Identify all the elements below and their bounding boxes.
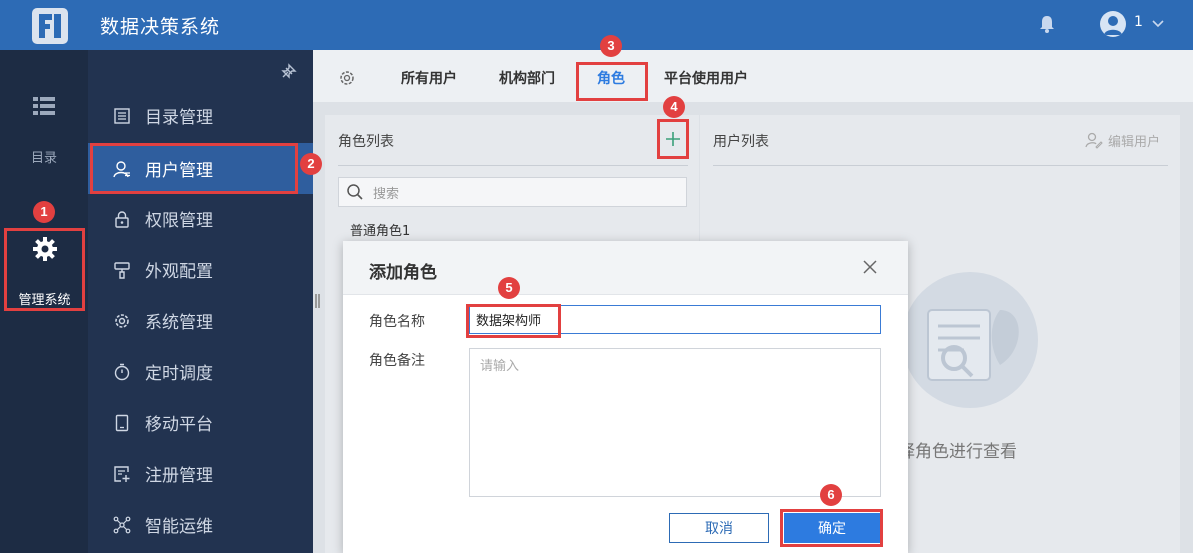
menu-item-permission[interactable]: 权限管理 (88, 193, 313, 244)
resize-handle-icon[interactable] (315, 294, 320, 308)
role-remark-label: 角色备注 (369, 353, 425, 369)
menu-item-mobile[interactable]: 移动平台 (88, 397, 313, 448)
search-icon (347, 184, 363, 200)
edit-user-button[interactable]: 编辑用户 (1108, 131, 1160, 150)
highlight-frame-add-role (657, 119, 689, 159)
menu-item-label: 外观配置 (145, 262, 213, 282)
person-icon (1104, 16, 1122, 35)
tablet-icon (115, 414, 129, 431)
rail-directory-label: 目录 (30, 151, 57, 166)
highlight-frame-roles-tab (576, 62, 648, 101)
menu-list-icon (33, 97, 55, 115)
menu-item-label: 权限管理 (145, 211, 213, 231)
step-badge-3: 3 (600, 35, 622, 57)
menu-item-schedule[interactable]: 定时调度 (88, 346, 313, 397)
menu-item-system[interactable]: 系统管理 (88, 295, 313, 346)
tab-platform-users[interactable]: 平台使用用户 (664, 68, 748, 88)
highlight-frame-role-name (466, 304, 561, 338)
app-title: 数据决策系统 (100, 16, 221, 38)
role-remark-input[interactable] (469, 348, 881, 497)
timer-icon (114, 363, 130, 380)
highlight-frame-confirm (780, 509, 883, 547)
menu-item-catalog[interactable]: 目录管理 (88, 90, 313, 141)
step-badge-6: 6 (820, 484, 842, 506)
tab-all-users[interactable]: 所有用户 (401, 68, 457, 88)
step-badge-2: 2 (300, 153, 322, 175)
menu-item-ops[interactable]: 智能运维 (88, 499, 313, 550)
user-list-title: 用户列表 (713, 134, 769, 150)
gear-icon (32, 237, 57, 261)
settings-gear-icon[interactable] (338, 69, 356, 87)
role-list-title: 角色列表 (338, 134, 394, 150)
top-header: 数据决策系统 1 (0, 0, 1193, 50)
user-name[interactable]: 1 (1134, 14, 1143, 30)
empty-state-illustration-icon (902, 272, 1038, 408)
brush-icon (114, 261, 130, 279)
lock-icon (115, 210, 129, 228)
register-icon (114, 465, 130, 482)
network-icon (113, 516, 131, 533)
menu-item-appearance[interactable]: 外观配置 (88, 244, 313, 295)
user-avatar[interactable] (1100, 11, 1126, 37)
divider (713, 165, 1168, 166)
gear-icon (115, 313, 129, 328)
dialog-title: 添加角色 (369, 263, 437, 283)
edit-user-icon[interactable] (1085, 131, 1103, 149)
step-badge-5: 5 (498, 277, 520, 299)
step-badge-1: 1 (33, 201, 55, 223)
rail-manage-label: 管理系统 (18, 293, 71, 308)
highlight-frame-user-management (90, 143, 298, 194)
rail-manage-system[interactable]: 管理系统 (4, 228, 85, 311)
rail-directory[interactable]: 目录 (0, 95, 88, 166)
menu-item-label: 定时调度 (145, 364, 213, 384)
dialog-header: 添加角色 (343, 241, 908, 295)
role-search-placeholder: 搜索 (373, 187, 400, 202)
empty-state-text: 择角色进行查看 (898, 442, 1017, 462)
menu-item-label: 智能运维 (145, 517, 213, 537)
menu-item-label: 系统管理 (145, 313, 213, 333)
cancel-button[interactable]: 取消 (669, 513, 769, 543)
pin-icon[interactable] (280, 62, 298, 80)
menu-item-label: 注册管理 (145, 466, 213, 486)
role-list-item[interactable]: 普通角色1 (350, 220, 410, 239)
step-badge-4: 4 (663, 96, 685, 118)
list-icon (114, 107, 130, 124)
role-name-label: 角色名称 (369, 314, 425, 330)
menu-item-label: 移动平台 (145, 415, 213, 435)
chevron-down-icon[interactable] (1151, 16, 1165, 30)
bell-icon[interactable] (1038, 14, 1056, 34)
close-icon[interactable] (862, 259, 878, 275)
menu-item-register[interactable]: 注册管理 (88, 448, 313, 499)
menu-item-label: 目录管理 (145, 108, 213, 128)
divider (338, 165, 688, 166)
app-logo-icon (32, 8, 68, 44)
tab-departments[interactable]: 机构部门 (499, 68, 555, 88)
